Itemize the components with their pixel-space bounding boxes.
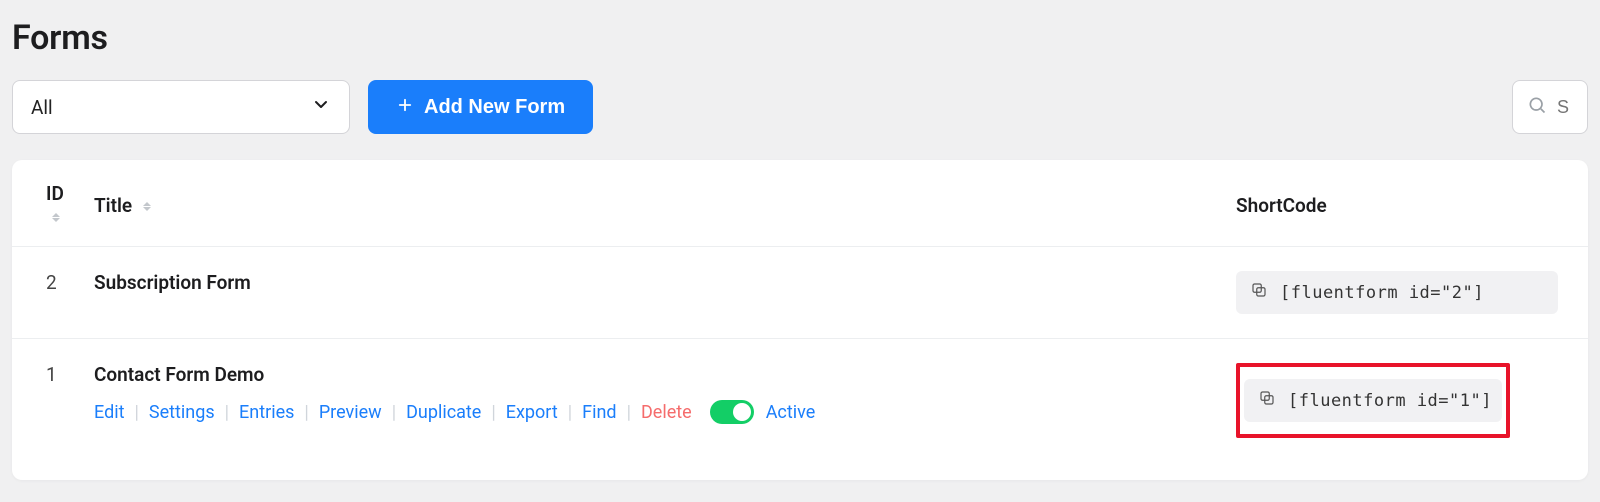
- plus-icon: [396, 96, 414, 118]
- row-shortcode-cell: [fluentform id="1"]: [1220, 339, 1588, 463]
- row-shortcode-cell: [fluentform id="2"]: [1220, 247, 1588, 339]
- status-toggle-wrap: Active: [710, 400, 816, 424]
- page-title: Forms: [12, 18, 1588, 58]
- separator: |: [558, 402, 582, 423]
- separator: |: [382, 402, 406, 423]
- column-header-title[interactable]: Title: [78, 160, 1220, 247]
- forms-table-card: ID Title ShortCode 2 Subscription Form [fl…: [12, 160, 1588, 480]
- toggle-knob: [733, 403, 751, 421]
- search-icon: [1527, 95, 1547, 119]
- delete-link[interactable]: Delete: [641, 402, 692, 423]
- toolbar: All Add New Form: [12, 80, 1588, 134]
- column-title-label: Title: [94, 194, 132, 217]
- edit-link[interactable]: Edit: [94, 402, 124, 423]
- status-toggle[interactable]: [710, 400, 754, 424]
- separator: |: [215, 402, 239, 423]
- form-title[interactable]: Subscription Form: [94, 271, 1219, 294]
- separator: |: [124, 402, 148, 423]
- filter-selected-label: All: [31, 96, 53, 119]
- find-link[interactable]: Find: [582, 402, 616, 423]
- duplicate-link[interactable]: Duplicate: [406, 402, 481, 423]
- forms-table: ID Title ShortCode 2 Subscription Form [fl…: [12, 160, 1588, 462]
- settings-link[interactable]: Settings: [149, 402, 215, 423]
- column-header-shortcode: ShortCode: [1220, 160, 1588, 247]
- export-link[interactable]: Export: [506, 402, 558, 423]
- separator: |: [617, 402, 641, 423]
- copy-icon: [1258, 389, 1276, 412]
- column-shortcode-label: ShortCode: [1236, 194, 1327, 217]
- search-box[interactable]: [1512, 80, 1588, 134]
- row-id: 1: [12, 339, 78, 463]
- shortcode-pill[interactable]: [fluentform id="2"]: [1236, 271, 1558, 314]
- search-input[interactable]: [1555, 96, 1588, 119]
- add-new-form-label: Add New Form: [424, 96, 565, 119]
- chevron-down-icon: [311, 95, 331, 120]
- table-row: 2 Subscription Form [fluentform id="2"]: [12, 247, 1588, 339]
- copy-icon: [1250, 281, 1268, 304]
- row-title-cell: Subscription Form: [78, 247, 1220, 339]
- row-id: 2: [12, 247, 78, 339]
- row-title-cell: Contact Form DemoEdit|Settings|Entries|P…: [78, 339, 1220, 463]
- status-label: Active: [766, 402, 816, 423]
- add-new-form-button[interactable]: Add New Form: [368, 80, 593, 134]
- shortcode-text: [fluentform id="1"]: [1288, 391, 1492, 411]
- preview-link[interactable]: Preview: [319, 402, 382, 423]
- shortcode-text: [fluentform id="2"]: [1280, 283, 1484, 303]
- separator: |: [481, 402, 505, 423]
- entries-link[interactable]: Entries: [239, 402, 294, 423]
- row-actions: Edit|Settings|Entries|Preview|Duplicate|…: [94, 400, 1219, 424]
- sort-icon: [143, 202, 151, 211]
- separator: |: [294, 402, 318, 423]
- form-title[interactable]: Contact Form Demo: [94, 363, 1219, 386]
- column-header-id[interactable]: ID: [12, 160, 78, 247]
- shortcode-highlight: [fluentform id="1"]: [1236, 363, 1510, 438]
- shortcode-pill[interactable]: [fluentform id="1"]: [1244, 379, 1502, 422]
- sort-icon: [52, 213, 60, 222]
- filter-select[interactable]: All: [12, 80, 350, 134]
- table-row: 1Contact Form DemoEdit|Settings|Entries|…: [12, 339, 1588, 463]
- column-id-label: ID: [46, 182, 64, 205]
